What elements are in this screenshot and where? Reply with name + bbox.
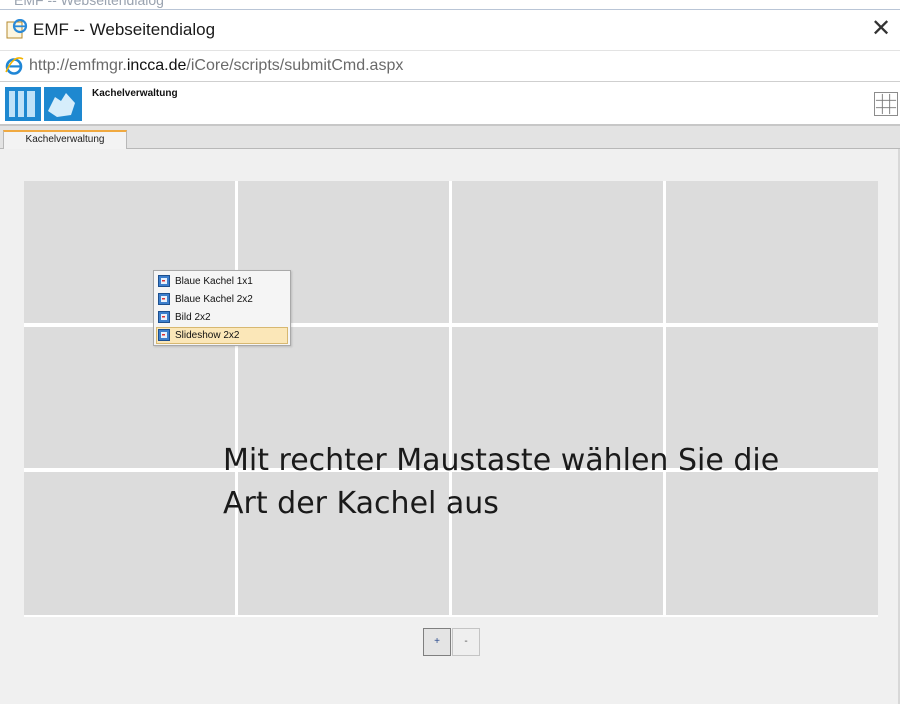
- close-icon[interactable]: ✕: [870, 16, 892, 42]
- content-area: Blaue Kachel 1x1 Blaue Kachel 2x2 Bild 2…: [0, 149, 900, 704]
- menu-item-blaue-kachel-2x2[interactable]: Blaue Kachel 2x2: [156, 291, 288, 308]
- background-window-titlebar: EMF -- Webseitendialog: [0, 0, 900, 10]
- menu-item-label: Bild 2x2: [175, 312, 211, 323]
- address-bar: http://emfmgr.incca.de/iCore/scripts/sub…: [0, 51, 900, 82]
- tile[interactable]: [24, 472, 235, 615]
- dialog-titlebar: EMF -- Webseitendialog ✕: [0, 10, 900, 51]
- tile-type-icon: [158, 293, 170, 305]
- menu-item-label: Slideshow 2x2: [175, 330, 240, 341]
- menu-item-slideshow-2x2[interactable]: Slideshow 2x2: [156, 327, 288, 344]
- add-row-button[interactable]: +: [423, 628, 451, 656]
- tile-type-context-menu: Blaue Kachel 1x1 Blaue Kachel 2x2 Bild 2…: [153, 270, 291, 346]
- app-title: Kachelverwaltung: [92, 88, 178, 99]
- app-logo: [5, 87, 82, 121]
- url-text[interactable]: http://emfmgr.incca.de/iCore/scripts/sub…: [29, 57, 403, 75]
- menu-item-bild-2x2[interactable]: Bild 2x2: [156, 309, 288, 326]
- ie-page-icon: [6, 19, 28, 39]
- internet-explorer-icon: [5, 57, 24, 75]
- menu-item-label: Blaue Kachel 2x2: [175, 294, 253, 305]
- app-header: Kachelverwaltung: [0, 82, 900, 126]
- annotation-line: Mit rechter Maustaste wählen Sie die: [223, 443, 780, 478]
- annotation-line: Art der Kachel aus: [223, 486, 499, 521]
- tile[interactable]: [452, 181, 663, 323]
- tile-type-icon: [158, 329, 170, 341]
- tile-type-icon: [158, 275, 170, 287]
- grid-view-icon[interactable]: [874, 92, 898, 116]
- menu-item-label: Blaue Kachel 1x1: [175, 276, 253, 287]
- dialog-title: EMF -- Webseitendialog: [33, 20, 216, 39]
- remove-row-button[interactable]: -: [452, 628, 480, 656]
- tile-type-icon: [158, 311, 170, 323]
- tile[interactable]: [666, 181, 878, 323]
- tile-grid: [24, 181, 878, 617]
- background-window-title: EMF -- Webseitendialog: [14, 0, 164, 8]
- menu-item-blaue-kachel-1x1[interactable]: Blaue Kachel 1x1: [156, 273, 288, 290]
- tile[interactable]: [24, 327, 235, 468]
- tab-kachelverwaltung[interactable]: Kachelverwaltung: [3, 130, 127, 149]
- instruction-annotation: Mit rechter Maustaste wählen Sie die Art…: [223, 439, 779, 525]
- tab-strip: Kachelverwaltung: [0, 126, 900, 149]
